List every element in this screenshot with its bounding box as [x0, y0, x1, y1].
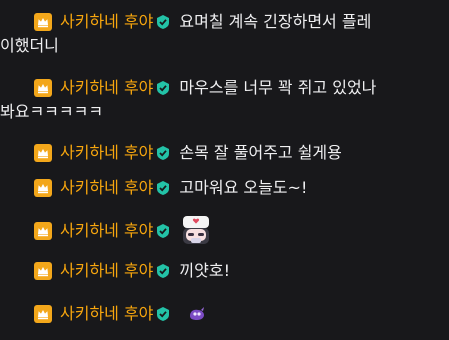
verified-check-icon[interactable]	[155, 306, 171, 322]
nurse-emote-icon[interactable]	[179, 214, 213, 248]
message-text-continued: 이했더니	[0, 36, 59, 55]
chat-message: 사키하네 후야 끼얏호!	[34, 259, 434, 283]
verified-check-icon[interactable]	[155, 223, 171, 239]
crown-badge-icon[interactable]	[34, 79, 52, 97]
verified-check-icon[interactable]	[155, 180, 171, 196]
message-text: 마우스를 너무 꽉 쥐고 있었나	[179, 78, 377, 97]
chat-message: 사키하네 후야 요며칠 계속 긴장하면서 플레 이했더니	[0, 10, 434, 55]
crown-badge-icon[interactable]	[34, 13, 52, 31]
username[interactable]: 사키하네 후야	[60, 259, 153, 283]
username[interactable]: 사키하네 후야	[60, 302, 153, 326]
purple-creature-emote-icon[interactable]	[187, 304, 207, 324]
chat-message: 사키하네 후야	[34, 302, 434, 326]
crown-badge-icon[interactable]	[34, 179, 52, 197]
message-text: 고마워요 오늘도~!	[179, 178, 308, 197]
username[interactable]: 사키하네 후야	[60, 219, 153, 243]
verified-check-icon[interactable]	[155, 145, 171, 161]
verified-check-icon[interactable]	[155, 14, 171, 30]
chat-message: 사키하네 후야	[34, 216, 434, 244]
crown-badge-icon[interactable]	[34, 144, 52, 162]
message-text: 요며칠 계속 긴장하면서 플레	[179, 12, 372, 31]
message-text: 손목 잘 풀어주고 쉴게용	[179, 143, 342, 162]
username[interactable]: 사키하네 후야	[60, 141, 153, 165]
message-text-continued: 봐요ㅋㅋㅋㅋㅋ	[0, 102, 104, 121]
crown-badge-icon[interactable]	[34, 222, 52, 240]
username[interactable]: 사키하네 후야	[60, 10, 153, 34]
verified-check-icon[interactable]	[155, 80, 171, 96]
chat-message: 사키하네 후야 고마워요 오늘도~!	[34, 176, 434, 200]
chat-log: 사키하네 후야 요며칠 계속 긴장하면서 플레 이했더니 사키하네 후야 마우스…	[0, 0, 449, 340]
chat-message: 사키하네 후야 마우스를 너무 꽉 쥐고 있었나 봐요ㅋㅋㅋㅋㅋ	[0, 76, 434, 121]
verified-check-icon[interactable]	[155, 263, 171, 279]
message-text: 끼얏호!	[179, 261, 230, 280]
username[interactable]: 사키하네 후야	[60, 76, 153, 100]
crown-badge-icon[interactable]	[34, 305, 52, 323]
chat-message: 사키하네 후야 손목 잘 풀어주고 쉴게용	[34, 141, 434, 165]
username[interactable]: 사키하네 후야	[60, 176, 153, 200]
crown-badge-icon[interactable]	[34, 262, 52, 280]
